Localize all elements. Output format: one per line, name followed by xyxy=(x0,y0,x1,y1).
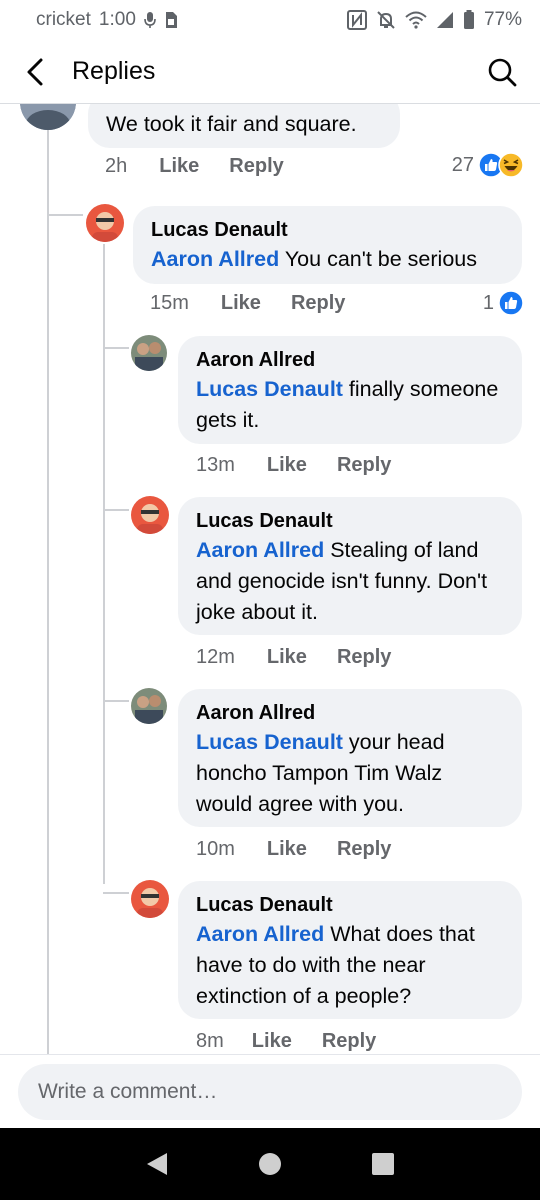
comment-time[interactable]: 10m xyxy=(196,838,235,861)
avatar[interactable] xyxy=(131,688,167,724)
battery-percent: 77% xyxy=(483,9,522,30)
comment-body: Lucas Denault your head honcho Tampon Ti… xyxy=(196,727,504,820)
thread-connector xyxy=(103,700,129,702)
nav-home-icon xyxy=(258,1153,281,1175)
nav-recents-button[interactable] xyxy=(353,1134,413,1194)
avatar[interactable] xyxy=(86,204,124,242)
mention-link[interactable]: Aaron Allred xyxy=(196,922,324,946)
nav-back-button[interactable] xyxy=(127,1134,187,1194)
comment-bubble[interactable]: Aaron Allred Lucas Denault finally someo… xyxy=(178,336,522,444)
wifi-icon xyxy=(405,11,427,29)
reply-button[interactable]: Reply xyxy=(337,454,391,477)
avatar[interactable] xyxy=(131,496,169,534)
like-button[interactable]: Like xyxy=(159,155,199,178)
comment-time[interactable]: 8m xyxy=(196,1030,224,1053)
thread-connector xyxy=(47,214,83,216)
like-button[interactable]: Like xyxy=(267,646,307,669)
search-button[interactable] xyxy=(472,40,532,104)
back-arrow-icon xyxy=(27,58,43,85)
mic-icon xyxy=(144,11,156,29)
thread-connector xyxy=(103,509,129,511)
reaction-summary[interactable]: 1 xyxy=(483,290,524,316)
reply-button[interactable]: Reply xyxy=(229,155,283,178)
comment-actions: 8m Like Reply xyxy=(196,1030,406,1053)
reaction-summary[interactable]: 27 xyxy=(452,152,524,178)
like-icon xyxy=(498,290,524,316)
comment-bubble[interactable]: Lucas Denault Aaron Allred You can't be … xyxy=(133,206,522,284)
reply-button[interactable]: Reply xyxy=(322,1030,376,1053)
replies-thread: We took it fair and square. 2h Like Repl… xyxy=(0,104,540,1054)
like-button[interactable]: Like xyxy=(267,838,307,861)
comment-author[interactable]: Lucas Denault xyxy=(151,216,504,244)
comment-author[interactable]: Aaron Allred xyxy=(196,699,504,727)
comment-body: Lucas Denault finally someone gets it. xyxy=(196,374,504,436)
status-bar: cricket 1:00 77% xyxy=(0,0,540,40)
sim-icon xyxy=(164,11,178,29)
nav-home-button[interactable] xyxy=(240,1134,300,1194)
mention-link[interactable]: Aaron Allred xyxy=(151,247,279,271)
comment-bubble[interactable]: Lucas Denault Aaron Allred Stealing of l… xyxy=(178,497,522,635)
comment-time[interactable]: 15m xyxy=(150,292,189,315)
reaction-count: 1 xyxy=(482,291,494,314)
comment-time[interactable]: 12m xyxy=(196,646,235,669)
system-nav-bar xyxy=(0,1128,540,1200)
comment-body: Aaron Allred Stealing of land and genoci… xyxy=(196,535,504,628)
avatar[interactable] xyxy=(131,335,167,371)
comment-composer xyxy=(0,1054,540,1128)
comment-actions: 12m Like Reply xyxy=(196,646,421,669)
thread-connector xyxy=(103,347,129,349)
nav-back-icon xyxy=(146,1153,167,1175)
nfc-icon xyxy=(346,10,367,30)
thread-line-nested xyxy=(103,244,105,884)
mention-link[interactable]: Aaron Allred xyxy=(196,538,324,562)
mention-link[interactable]: Lucas Denault xyxy=(196,730,343,754)
reply-button[interactable]: Reply xyxy=(337,838,391,861)
comment-text: You can't be serious xyxy=(279,247,477,271)
comment-actions: 10m Like Reply xyxy=(196,838,421,861)
comment-time[interactable]: 13m xyxy=(196,454,235,477)
status-right: 77% xyxy=(346,9,522,31)
mention-link[interactable]: Lucas Denault xyxy=(196,377,343,401)
comment-actions: 2h Like Reply xyxy=(105,155,314,178)
comment-actions: 15m Like Reply xyxy=(150,292,375,315)
like-button[interactable]: Like xyxy=(221,292,261,315)
like-button[interactable]: Like xyxy=(252,1030,292,1053)
avatar[interactable] xyxy=(131,880,169,918)
header: Replies xyxy=(0,40,540,104)
comment-time[interactable]: 2h xyxy=(105,155,127,178)
like-button[interactable]: Like xyxy=(267,454,307,477)
back-button[interactable] xyxy=(6,40,66,104)
comment-actions: 13m Like Reply xyxy=(196,454,421,477)
thread-line-main xyxy=(47,104,49,1054)
comment-author[interactable]: Lucas Denault xyxy=(196,891,504,919)
comment-body: Aaron Allred What does that have to do w… xyxy=(196,919,504,1012)
status-time: 1:00 xyxy=(98,9,136,30)
signal-icon xyxy=(436,11,454,29)
comment-text: We took it fair and square. xyxy=(106,112,357,136)
page-title: Replies xyxy=(72,57,156,85)
nav-recents-icon xyxy=(372,1153,395,1175)
comment-bubble[interactable]: Lucas Denault Aaron Allred What does tha… xyxy=(178,881,522,1019)
comment-bubble[interactable]: Aaron Allred Lucas Denault your head hon… xyxy=(178,689,522,827)
haha-icon xyxy=(498,152,524,178)
mute-icon xyxy=(376,10,396,30)
comment-author[interactable]: Aaron Allred xyxy=(196,346,504,374)
search-icon xyxy=(488,58,517,86)
reaction-count: 27 xyxy=(451,153,474,176)
comment-body: Aaron Allred You can't be serious xyxy=(151,244,504,275)
status-left: cricket 1:00 xyxy=(36,9,178,31)
carrier-name: cricket xyxy=(36,9,91,30)
comment-author[interactable]: Lucas Denault xyxy=(196,507,504,535)
reply-button[interactable]: Reply xyxy=(291,292,345,315)
thread-connector xyxy=(103,892,129,894)
reply-button[interactable]: Reply xyxy=(337,646,391,669)
avatar[interactable] xyxy=(20,104,76,130)
battery-icon xyxy=(463,10,475,30)
comment-input[interactable] xyxy=(18,1064,522,1120)
comment-bubble[interactable]: We took it fair and square. xyxy=(88,104,400,148)
